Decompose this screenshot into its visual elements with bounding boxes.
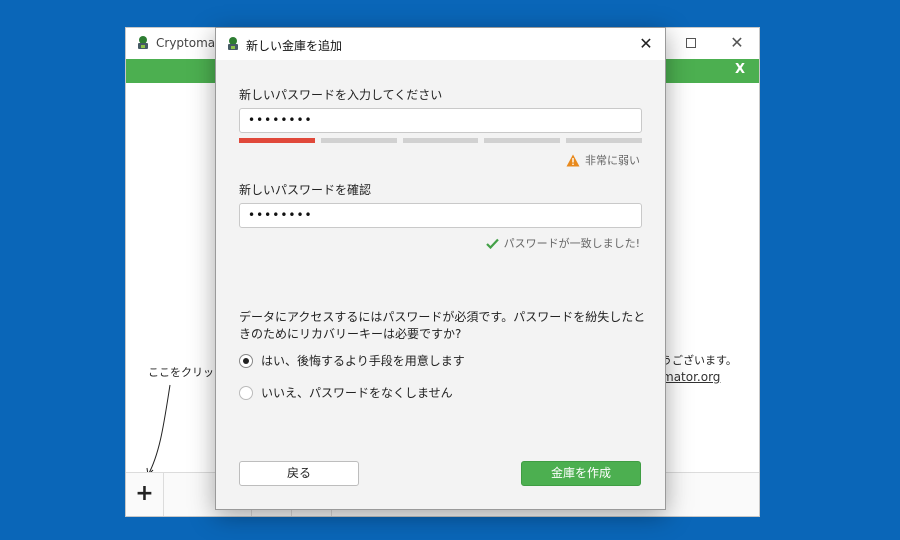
match-text: パスワードが一致しました! [503, 237, 640, 250]
radio-button-unchecked[interactable] [239, 385, 253, 400]
strength-segment [239, 138, 315, 143]
website-link[interactable]: mator.org [662, 370, 720, 384]
cryptomator-logo-icon [228, 37, 238, 50]
banner-close-button[interactable]: X [735, 62, 745, 77]
maximize-button[interactable] [679, 32, 703, 54]
strength-segment [484, 138, 561, 143]
maximize-icon [686, 38, 696, 48]
back-button[interactable]: 戻る [239, 461, 359, 486]
create-vault-button[interactable]: 金庫を作成 [521, 461, 641, 486]
main-close-button[interactable]: ✕ [725, 32, 749, 54]
radio-option-no[interactable]: いいえ、パスワードをなくしません [239, 384, 453, 401]
strength-status: 非常に弱い [566, 152, 640, 168]
password-label: 新しいパスワードを入力してください [239, 88, 443, 102]
confirm-password-input[interactable]: •••••••• [239, 203, 642, 228]
add-vault-button[interactable]: + [126, 473, 164, 516]
warning-triangle-icon [566, 154, 580, 166]
radio-option-yes[interactable]: はい、後悔するより手段を用意します [239, 352, 465, 369]
checkmark-icon [485, 238, 499, 249]
password-strength-meter [239, 138, 642, 143]
radio-button-checked[interactable] [239, 353, 253, 368]
dialog-titlebar[interactable]: 新しい金庫を追加 ✕ [216, 28, 665, 60]
strength-text: 非常に弱い [585, 154, 640, 167]
strength-segment [402, 138, 479, 143]
cryptomator-logo-icon [138, 36, 148, 49]
password-match-status: パスワードが一致しました! [485, 235, 640, 251]
recovery-question: データにアクセスするにはパスワードが必須です。パスワードを紛失したときのためにリ… [239, 310, 646, 341]
password-input[interactable]: •••••••• [239, 108, 642, 133]
welcome-text: うございます。 [661, 354, 737, 367]
strength-segment [566, 138, 642, 143]
hint-arrow-icon [146, 384, 171, 476]
option-no-label: いいえ、パスワードをなくしません [261, 386, 453, 400]
add-vault-dialog: 新しい金庫を追加 ✕ 新しいパスワードを入力してください •••••••• 非常… [215, 27, 666, 510]
option-yes-label: はい、後悔するより手段を用意します [261, 354, 465, 368]
confirm-password-label: 新しいパスワードを確認 [239, 183, 372, 197]
dialog-close-button[interactable]: ✕ [635, 33, 657, 55]
dialog-title: 新しい金庫を追加 [246, 39, 343, 53]
strength-segment [320, 138, 397, 143]
add-vault-hint: ここをクリックし [148, 366, 214, 379]
